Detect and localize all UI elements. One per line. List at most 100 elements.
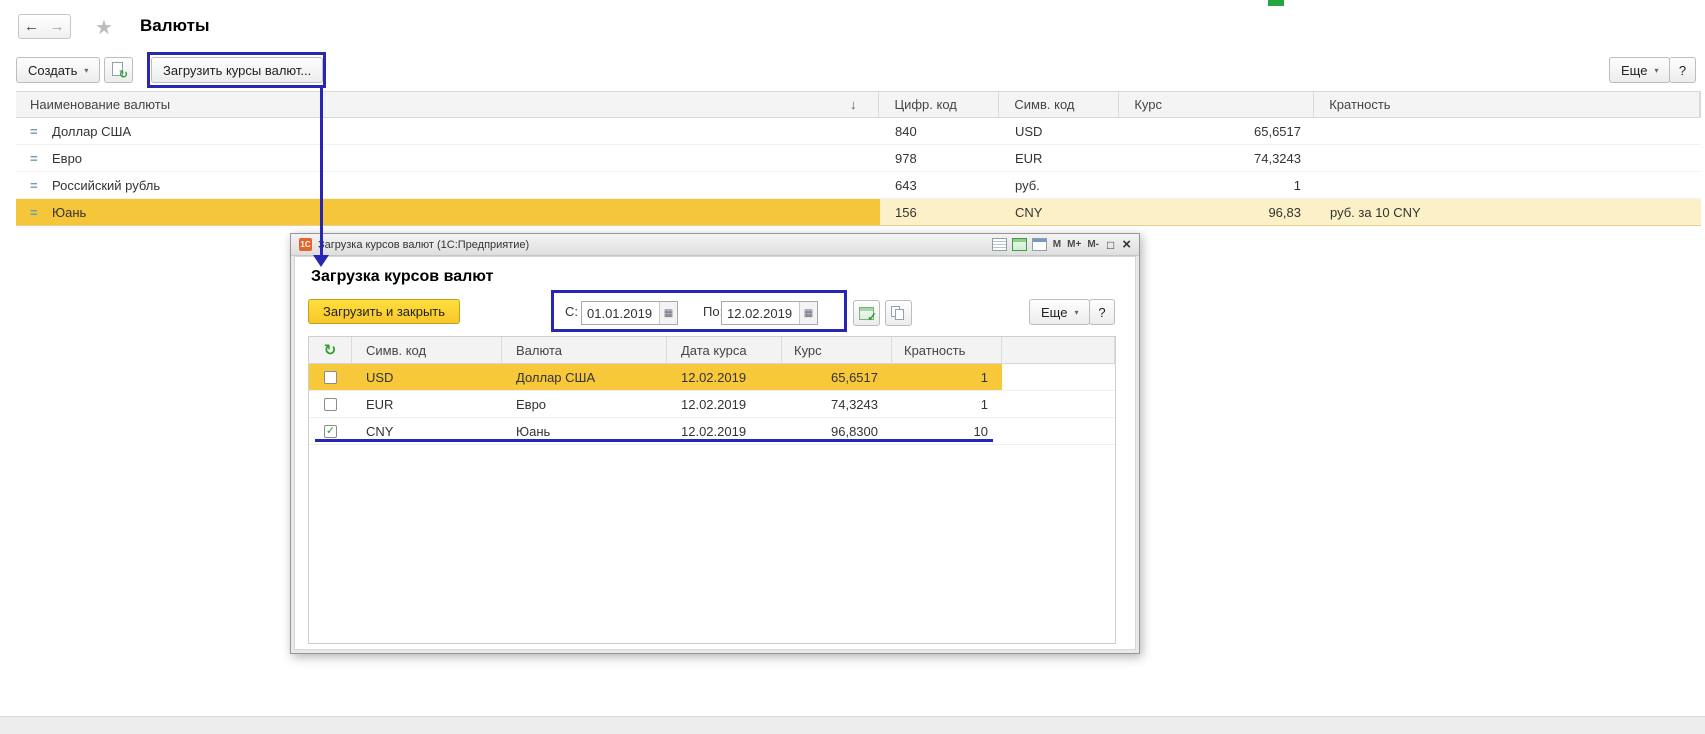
rate-date: 12.02.2019 xyxy=(681,423,747,439)
rate-multiplicity: 1 xyxy=(980,396,988,412)
load-marked-button[interactable]: ✓ xyxy=(853,300,880,326)
currency-rate: 74,3243 xyxy=(1254,150,1301,166)
date-to-calendar-icon[interactable]: ▦ xyxy=(799,302,817,324)
copy-icon xyxy=(891,305,906,321)
memory-plus-button[interactable]: M+ xyxy=(1067,239,1081,250)
dialog-help-label: ? xyxy=(1098,304,1106,320)
more-button[interactable]: Еще ▾ xyxy=(1609,57,1671,83)
page-title: Валюты xyxy=(140,16,210,35)
rate-value: 65,6517 xyxy=(782,364,892,390)
help-button-label: ? xyxy=(1678,62,1687,78)
calendar-icon[interactable] xyxy=(1031,238,1047,251)
refresh-column-header[interactable]: ↻ xyxy=(309,337,352,363)
load-currency-rates-button[interactable]: Загрузить курсы валют... xyxy=(151,57,324,83)
rate-currency: Евро xyxy=(516,396,547,412)
create-button-label: Создать xyxy=(28,62,78,78)
currency-multiplicity: руб. за 10 CNY xyxy=(1315,199,1701,225)
rates-table: ↻ Симв. код Валюта Дата курса Курс Кратн… xyxy=(308,336,1116,644)
currency-sym-code: руб. xyxy=(1015,177,1040,193)
currency-table-header: Наименование валюты ↓ Цифр. код Симв. ко… xyxy=(16,91,1701,118)
dialog-titlebar[interactable]: 1С Загрузка курсов валют (1С:Предприятие… xyxy=(291,234,1139,256)
table-row-eur[interactable]: = Евро 978 EUR 74,3243 xyxy=(16,145,1701,172)
currency-item-icon: = xyxy=(30,177,38,193)
rates-row-cny-checked[interactable]: ✓ CNY Юань 12.02.2019 96,8300 10 xyxy=(309,418,1115,445)
currency-item-icon: = xyxy=(30,123,38,139)
rate-sym-code: USD xyxy=(352,364,502,390)
load-and-close-button[interactable]: Загрузить и закрыть xyxy=(308,299,461,324)
report-icon[interactable] xyxy=(991,238,1007,251)
column-header-rate[interactable]: Курс xyxy=(1119,92,1315,117)
load-rates-dialog: 1С Загрузка курсов валют (1С:Предприятие… xyxy=(290,233,1140,654)
date-from-value[interactable]: 01.01.2019 xyxy=(582,302,659,324)
currency-multiplicity xyxy=(1315,118,1701,144)
currencies-screen: ← → ★ Валюты Создать ▾ ↻ Загрузить курсы… xyxy=(0,0,1705,734)
currency-num-code: 643 xyxy=(895,177,917,193)
memory-minus-button[interactable]: M- xyxy=(1087,239,1099,250)
currency-item-icon: = xyxy=(30,150,38,166)
chevron-down-icon: ▾ xyxy=(1654,65,1659,75)
dialog-title: Загрузка курсов валют (1С:Предприятие) xyxy=(318,238,530,251)
rate-date: 12.02.2019 xyxy=(681,396,747,412)
date-from-field[interactable]: 01.01.2019 ▦ xyxy=(581,301,678,325)
currency-name: Юань xyxy=(52,204,87,220)
create-group-button[interactable]: ↻ xyxy=(104,57,133,83)
favorite-star-icon[interactable]: ★ xyxy=(95,15,113,40)
bottom-strip xyxy=(0,716,1705,734)
checkbox-eur[interactable] xyxy=(324,397,337,411)
dialog-help-button[interactable]: ? xyxy=(1089,299,1115,325)
currency-item-icon: = xyxy=(30,204,38,220)
chevron-down-icon: ▾ xyxy=(1074,307,1079,317)
dialog-more-button[interactable]: Еще ▾ xyxy=(1029,299,1091,325)
column-header-rate-date[interactable]: Дата курса xyxy=(667,337,782,363)
sort-desc-icon: ↓ xyxy=(849,97,857,112)
column-header-sym-code[interactable]: Симв. код xyxy=(352,337,502,363)
dialog-more-label: Еще xyxy=(1041,304,1068,320)
rate-currency: Юань xyxy=(516,423,551,439)
date-from-calendar-icon[interactable]: ▦ xyxy=(659,302,677,324)
table-check-icon: ✓ xyxy=(859,306,877,323)
checkbox-usd[interactable] xyxy=(324,370,337,384)
rate-date: 12.02.2019 xyxy=(667,364,782,390)
memory-store-button[interactable]: M xyxy=(1053,239,1061,250)
create-button[interactable]: Создать ▾ xyxy=(16,57,101,83)
currency-table: Наименование валюты ↓ Цифр. код Симв. ко… xyxy=(16,91,1701,226)
rate-value: 74,3243 xyxy=(831,396,878,412)
currency-num-code: 840 xyxy=(895,123,917,139)
table-row-rub[interactable]: = Российский рубль 643 руб. 1 xyxy=(16,172,1701,199)
rate-multiplicity: 1 xyxy=(892,364,1002,390)
1c-logo: 1С xyxy=(299,238,312,251)
currency-multiplicity xyxy=(1315,145,1701,171)
back-button[interactable]: ← xyxy=(18,14,45,39)
load-and-close-label: Загрузить и закрыть xyxy=(323,304,446,319)
rates-row-usd-selected[interactable]: USD Доллар США 12.02.2019 65,6517 1 xyxy=(309,364,1115,391)
date-to-value[interactable]: 12.02.2019 xyxy=(722,302,799,324)
forward-button[interactable]: → xyxy=(44,14,71,39)
column-header-sym-code[interactable]: Симв. код xyxy=(999,92,1120,117)
table-row-usd[interactable]: = Доллар США 840 USD 65,6517 xyxy=(16,118,1701,145)
maximize-icon[interactable]: □ xyxy=(1107,238,1114,252)
currency-sym-code: CNY xyxy=(1000,199,1120,225)
help-button[interactable]: ? xyxy=(1669,57,1696,83)
column-header-name-label: Наименование валюты xyxy=(30,97,171,112)
spreadsheet-icon[interactable] xyxy=(1011,238,1027,251)
column-header-multiplicity[interactable]: Кратность xyxy=(1314,92,1700,117)
more-button-label: Еще xyxy=(1621,62,1648,78)
table-row-cny-selected[interactable]: = Юань 156 CNY 96,83 руб. за 10 CNY xyxy=(16,199,1701,226)
rates-row-eur[interactable]: EUR Евро 12.02.2019 74,3243 1 xyxy=(309,391,1115,418)
currency-name: Российский рубль xyxy=(52,177,161,193)
column-header-name[interactable]: Наименование валюты ↓ xyxy=(16,92,880,117)
currency-sym-code: USD xyxy=(1015,123,1043,139)
copy-button[interactable] xyxy=(885,300,912,326)
column-header-empty xyxy=(1002,337,1115,363)
column-header-currency[interactable]: Валюта xyxy=(502,337,667,363)
document-refresh-icon: ↻ xyxy=(111,61,128,80)
date-to-field[interactable]: 12.02.2019 ▦ xyxy=(721,301,818,325)
column-header-num-code[interactable]: Цифр. код xyxy=(879,92,1000,117)
column-header-multiplicity[interactable]: Кратность xyxy=(892,337,1002,363)
close-icon[interactable]: × xyxy=(1122,236,1131,253)
currency-name: Евро xyxy=(52,150,83,166)
rates-table-empty-area xyxy=(309,445,1115,643)
rates-table-header: ↻ Симв. код Валюта Дата курса Курс Кратн… xyxy=(309,337,1115,364)
column-header-rate[interactable]: Курс xyxy=(782,337,892,363)
checkbox-cny-checked[interactable]: ✓ xyxy=(324,424,337,438)
